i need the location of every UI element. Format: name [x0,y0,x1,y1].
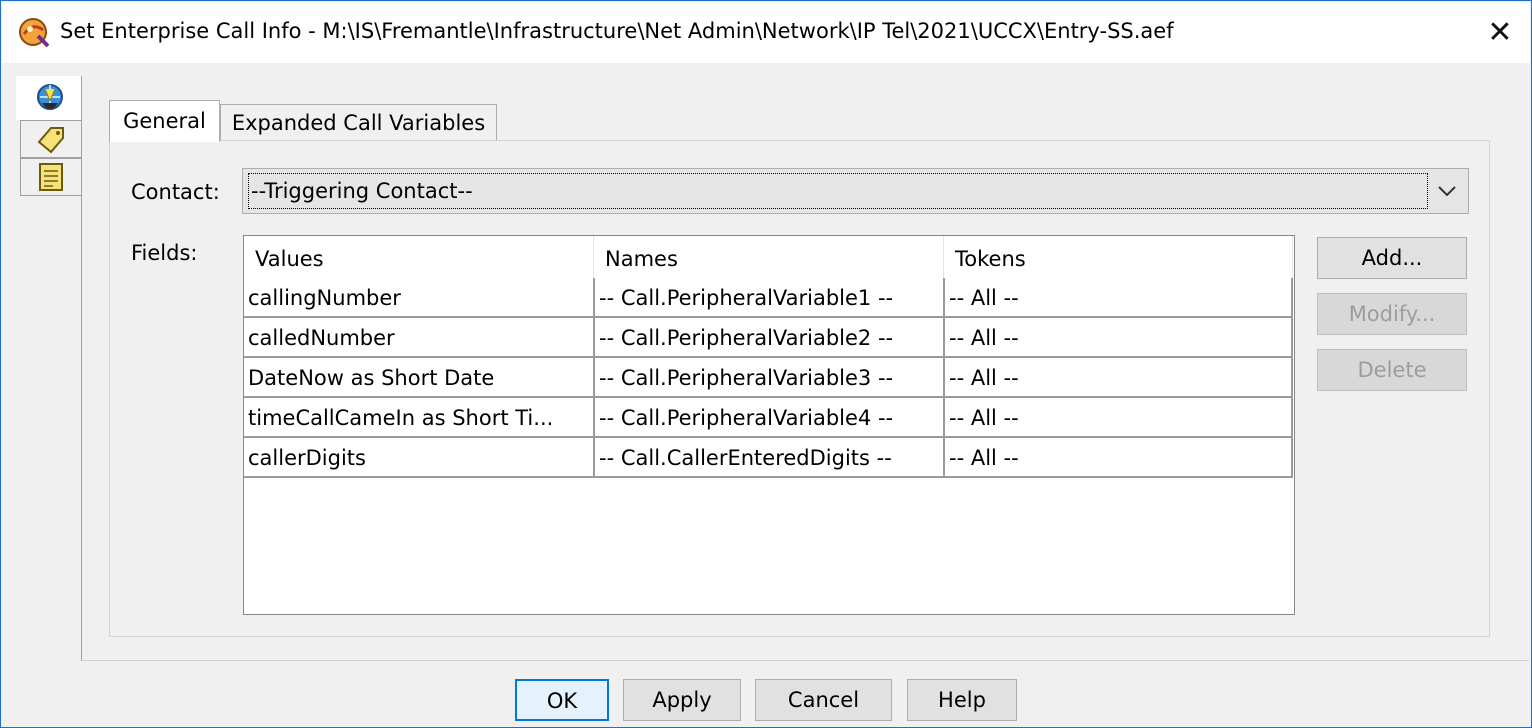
table-row[interactable]: callerDigits -- Call.CallerEnteredDigits… [244,438,1293,478]
cell-name: -- Call.CallerEnteredDigits -- [595,438,945,476]
table-row[interactable]: timeCallCameIn as Short Ti... -- Call.Pe… [244,398,1293,438]
side-tab-general[interactable] [16,76,88,120]
cell-token: -- All -- [945,318,1293,356]
delete-button[interactable]: Delete [1317,349,1467,391]
dialog-window: Set Enterprise Call Info - M:\IS\Fremant… [0,0,1532,728]
table-row[interactable]: callingNumber -- Call.PeripheralVariable… [244,278,1293,318]
contact-label: Contact: [131,180,220,204]
fields-label: Fields: [131,241,198,265]
cancel-button[interactable]: Cancel [755,679,892,721]
table-header: Values Names Tokens [244,236,1294,278]
cell-token: -- All -- [945,278,1293,316]
close-button[interactable]: ✕ [1472,8,1528,58]
ok-button[interactable]: OK [515,679,609,721]
modify-button[interactable]: Modify... [1317,293,1467,335]
title-bar: Set Enterprise Call Info - M:\IS\Fremant… [2,2,1530,63]
column-header-tokens[interactable]: Tokens [944,236,1293,278]
phone-globe-icon [37,84,63,110]
cell-name: -- Call.PeripheralVariable1 -- [595,278,945,316]
fields-table[interactable]: Values Names Tokens callingNumber -- Cal… [243,235,1295,615]
cell-value: calledNumber [244,318,595,356]
cell-value: callingNumber [244,278,595,316]
add-button[interactable]: Add... [1317,237,1467,279]
help-button[interactable]: Help [907,679,1017,721]
app-icon [19,18,50,48]
cell-token: -- All -- [945,438,1293,476]
apply-button[interactable]: Apply [623,679,741,721]
tag-icon [37,127,64,154]
tab-general[interactable]: General [109,100,220,142]
cell-value: timeCallCameIn as Short Ti... [244,398,595,436]
notepad-icon [39,163,63,191]
contact-dropdown[interactable]: --Triggering Contact-- [242,168,1469,214]
window-title: Set Enterprise Call Info - M:\IS\Fremant… [60,19,1174,43]
cell-value: DateNow as Short Date [244,358,595,396]
side-tab-notes[interactable] [20,158,82,196]
cell-value: callerDigits [244,438,595,476]
tab-expanded-call-variables[interactable]: Expanded Call Variables [220,104,497,140]
cell-token: -- All -- [945,398,1293,436]
table-row[interactable]: calledNumber -- Call.PeripheralVariable2… [244,318,1293,358]
column-header-values[interactable]: Values [244,236,594,278]
chevron-down-icon [1438,186,1456,197]
side-tab-tags[interactable] [20,120,82,158]
cell-name: -- Call.PeripheralVariable2 -- [595,318,945,356]
cell-name: -- Call.PeripheralVariable4 -- [595,398,945,436]
cell-token: -- All -- [945,358,1293,396]
table-row[interactable]: DateNow as Short Date -- Call.Peripheral… [244,358,1293,398]
cell-name: -- Call.PeripheralVariable3 -- [595,358,945,396]
contact-dropdown-value: --Triggering Contact-- [248,173,1428,209]
column-header-names[interactable]: Names [594,236,944,278]
